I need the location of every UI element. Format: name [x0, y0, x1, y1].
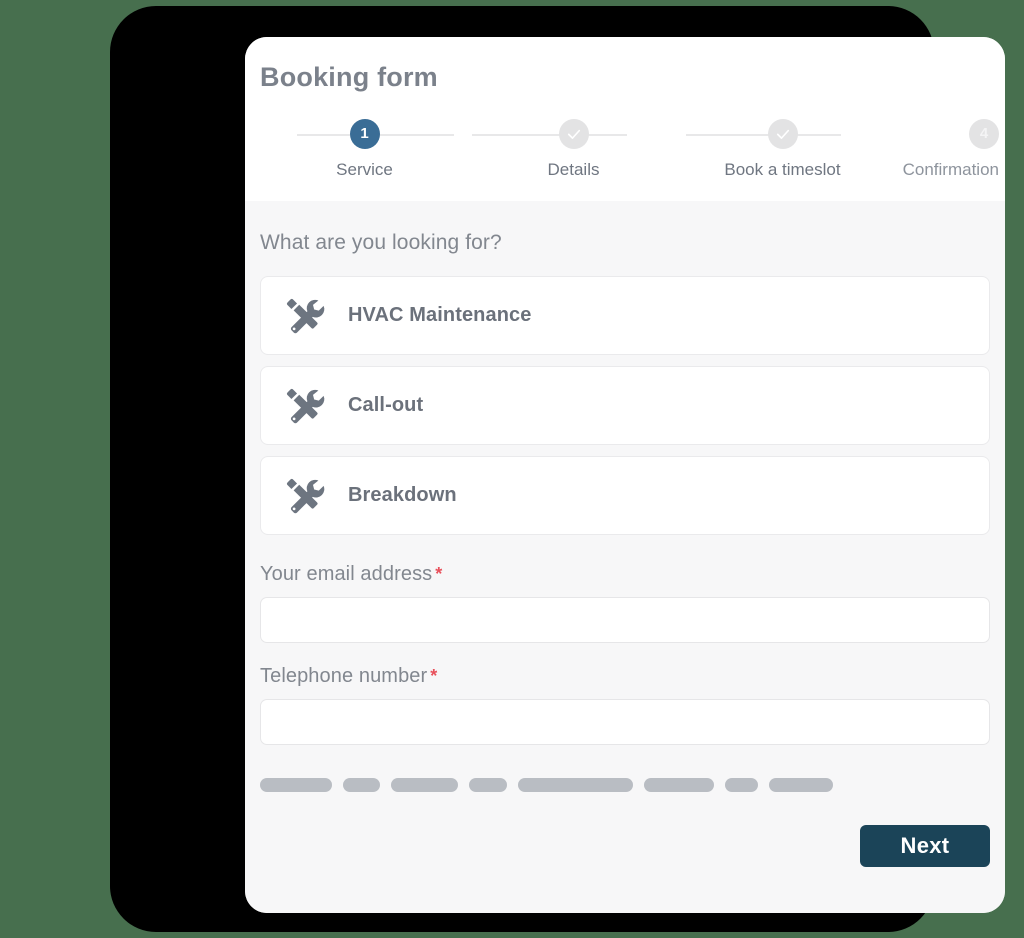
- telephone-field-label: Telephone number *: [260, 665, 990, 688]
- tools-icon: [287, 478, 325, 513]
- skeleton-bar-3: [391, 778, 458, 792]
- question-label: What are you looking for?: [260, 231, 502, 254]
- telephone-label-text: Telephone number: [260, 665, 428, 687]
- step-badge-service: 1: [349, 118, 380, 149]
- email-label-text: Your email address: [260, 563, 433, 585]
- skeleton-bar-7: [725, 778, 758, 792]
- page-title: Booking form: [260, 62, 438, 92]
- device-bezel: Booking form 1 Service Details Book a ti…: [110, 6, 1005, 932]
- field-group-telephone: Telephone number *: [260, 665, 990, 745]
- skeleton-placeholder-row: [260, 778, 990, 792]
- form-header: Booking form 1 Service Details Book a ti…: [245, 37, 1005, 201]
- service-option-list: HVAC Maintenance Call-out Breakdown: [260, 276, 990, 535]
- field-group-email: Your email address *: [260, 563, 990, 643]
- skeleton-bar-2: [343, 778, 380, 792]
- form-body: What are you looking for? HVAC Maintenan…: [245, 201, 1005, 913]
- form-footer: Next: [260, 825, 990, 895]
- stepper-step-timeslot[interactable]: Book a timeslot: [678, 118, 887, 180]
- tools-icon: [287, 298, 325, 333]
- email-field-label: Your email address *: [260, 563, 990, 586]
- service-option-label: Breakdown: [348, 484, 457, 506]
- skeleton-bar-1: [260, 778, 332, 792]
- booking-form-card: Booking form 1 Service Details Book a ti…: [245, 37, 1005, 913]
- telephone-field[interactable]: [260, 699, 990, 745]
- service-option-hvac-maintenance[interactable]: HVAC Maintenance: [260, 276, 990, 355]
- service-option-breakdown[interactable]: Breakdown: [260, 456, 990, 535]
- step-label-confirmation: Confirmation: [902, 159, 999, 179]
- email-field[interactable]: [260, 597, 990, 643]
- step-label-details: Details: [547, 159, 600, 179]
- stepper: 1 Service Details Book a timeslot 4 Conf…: [245, 118, 1005, 180]
- next-button[interactable]: Next: [860, 825, 990, 867]
- step-badge-confirmation: 4: [969, 118, 999, 149]
- service-option-label: Call-out: [348, 394, 424, 416]
- skeleton-bar-4: [469, 778, 507, 792]
- stepper-step-confirmation[interactable]: 4 Confirmation: [887, 118, 999, 180]
- step-badge-timeslot: [767, 118, 798, 149]
- tools-icon: [287, 388, 325, 423]
- check-icon: [776, 129, 789, 139]
- stepper-connector-3: [686, 133, 841, 136]
- step-badge-details: [558, 118, 589, 149]
- stepper-step-service[interactable]: 1 Service: [260, 118, 469, 180]
- stepper-step-details[interactable]: Details: [469, 118, 678, 180]
- stepper-connector-2: [472, 133, 627, 136]
- skeleton-bar-5: [518, 778, 633, 792]
- step-label-timeslot: Book a timeslot: [724, 159, 841, 179]
- check-icon: [567, 129, 580, 139]
- skeleton-bar-8: [769, 778, 833, 792]
- step-label-service: Service: [336, 159, 393, 179]
- skeleton-bar-6: [644, 778, 714, 792]
- service-option-call-out[interactable]: Call-out: [260, 366, 990, 445]
- service-option-label: HVAC Maintenance: [348, 304, 532, 326]
- required-asterisk: *: [435, 564, 443, 584]
- required-asterisk: *: [430, 666, 438, 686]
